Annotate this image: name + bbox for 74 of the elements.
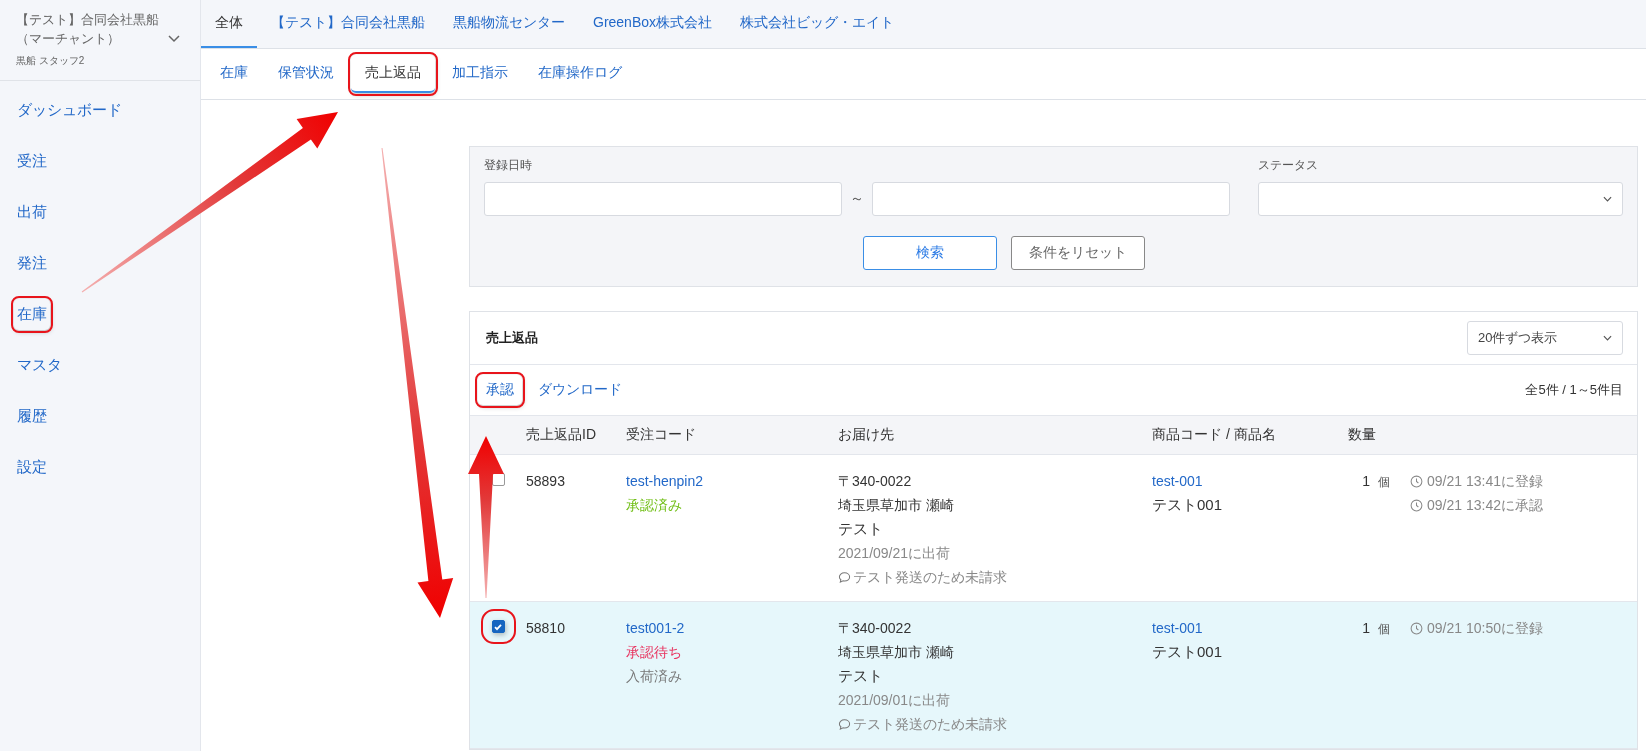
sidebar-item[interactable]: ダッシュボード bbox=[14, 95, 125, 126]
sidebar-item[interactable]: マスタ bbox=[14, 350, 65, 381]
tab[interactable]: 在庫 bbox=[206, 49, 262, 99]
chevron-down-icon[interactable] bbox=[168, 35, 180, 43]
address: 埼玉県草加市 瀬崎 bbox=[838, 643, 955, 662]
event-time: 09/21 10:50に登録 bbox=[1427, 619, 1543, 638]
product-code-link[interactable]: test-001 bbox=[1152, 618, 1348, 638]
recipient-name: テスト bbox=[838, 519, 884, 539]
order-code-link[interactable]: test001-2 bbox=[626, 618, 838, 638]
recipient-name: テスト bbox=[838, 666, 884, 686]
event-time: 09/21 13:42に承認 bbox=[1427, 496, 1543, 515]
reset-button[interactable]: 条件をリセット bbox=[1010, 236, 1145, 270]
comment-icon bbox=[838, 570, 851, 584]
sidebar-item[interactable]: 在庫 bbox=[14, 299, 50, 330]
user-name: 黒船 スタッフ2 bbox=[16, 54, 86, 68]
sidebar-item[interactable]: 履歴 bbox=[14, 401, 50, 432]
column-header: 商品コード / 商品名 bbox=[1152, 426, 1277, 444]
status-label: ステータス bbox=[1258, 157, 1319, 174]
table-row[interactable]: 58810 test001-2 承認待ち 入荷済み 〒340-0022 埼玉県草加市 瀬崎 テスト 2021/09/01に出荷 テスト発送のため未請求 test-001 テスト001 1 個 09/21 10:50に登録 bbox=[470, 602, 1637, 749]
chevron-down-icon bbox=[1603, 196, 1612, 202]
tab[interactable]: 【テスト】合同会社黒船 bbox=[257, 0, 439, 48]
chevron-down-icon bbox=[1603, 335, 1612, 341]
return-id: 58810 bbox=[526, 619, 566, 638]
result-count: 全5件 / 1～5件目 bbox=[1525, 381, 1623, 399]
note-text: テスト発送のため未請求 bbox=[853, 715, 1007, 734]
action-button[interactable]: ダウンロード bbox=[530, 375, 630, 405]
status-label: 承認待ち bbox=[626, 643, 683, 662]
quantity-unit: 個 bbox=[1378, 474, 1390, 491]
note-text: テスト発送のため未請求 bbox=[853, 568, 1007, 587]
order-code-link[interactable]: test-henpin2 bbox=[626, 471, 838, 491]
tab[interactable]: 株式会社ビッグ・エイト bbox=[726, 0, 909, 48]
column-header: 数量 bbox=[1348, 426, 1377, 444]
account-name[interactable]: 【テスト】合同会社黒船（マーチャント） bbox=[16, 10, 176, 48]
sidebar-item[interactable]: 出荷 bbox=[14, 197, 50, 228]
sidebar-item[interactable]: 受注 bbox=[14, 146, 50, 177]
shipped-date: 2021/09/01に出荷 bbox=[838, 691, 952, 710]
product-name: テスト001 bbox=[1152, 495, 1224, 515]
action-button[interactable]: 承認 bbox=[478, 375, 522, 405]
return-id: 58893 bbox=[526, 472, 566, 491]
date-label: 登録日時 bbox=[484, 157, 533, 174]
event-time: 09/21 13:41に登録 bbox=[1427, 472, 1543, 491]
comment-icon bbox=[838, 717, 851, 731]
address: 埼玉県草加市 瀬崎 bbox=[838, 496, 955, 515]
postal-code: 〒340-0022 bbox=[838, 619, 913, 638]
tab[interactable]: 売上返品 bbox=[351, 55, 435, 93]
tab[interactable]: 全体 bbox=[201, 0, 257, 48]
tab[interactable]: GreenBox株式会社 bbox=[579, 0, 727, 48]
page-size-dropdown[interactable]: 20件ずつ表示 bbox=[1467, 321, 1623, 355]
date-to-field[interactable] bbox=[872, 182, 1230, 216]
quantity-unit: 個 bbox=[1378, 621, 1390, 638]
quantity: 1 bbox=[1362, 619, 1370, 638]
sidebar-item[interactable]: 発注 bbox=[14, 248, 50, 279]
sidebar-item[interactable]: 設定 bbox=[14, 452, 50, 483]
tab[interactable]: 在庫操作ログ bbox=[524, 49, 636, 99]
tab[interactable]: 黒船物流センター bbox=[439, 0, 579, 48]
range-separator: ～ bbox=[850, 190, 864, 208]
panel-title: 売上返品 bbox=[486, 329, 538, 347]
postal-code: 〒340-0022 bbox=[838, 472, 913, 491]
product-code-link[interactable]: test-001 bbox=[1152, 471, 1348, 491]
shipped-date: 2021/09/21に出荷 bbox=[838, 544, 952, 563]
status-label: 入荷済み bbox=[626, 667, 683, 686]
date-from-field[interactable] bbox=[484, 182, 842, 216]
tab[interactable]: 加工指示 bbox=[438, 49, 522, 99]
status-label: 承認済み bbox=[626, 496, 683, 515]
clock-icon bbox=[1410, 621, 1423, 635]
tab[interactable]: 保管状況 bbox=[264, 49, 348, 99]
search-button[interactable]: 検索 bbox=[862, 236, 997, 270]
column-header: お届け先 bbox=[838, 426, 895, 444]
column-header: 受注コード bbox=[626, 426, 697, 444]
clock-icon bbox=[1410, 498, 1423, 512]
column-header: 売上返品ID bbox=[526, 426, 597, 444]
quantity: 1 bbox=[1362, 472, 1370, 491]
product-name: テスト001 bbox=[1152, 642, 1224, 662]
clock-icon bbox=[1410, 474, 1423, 488]
